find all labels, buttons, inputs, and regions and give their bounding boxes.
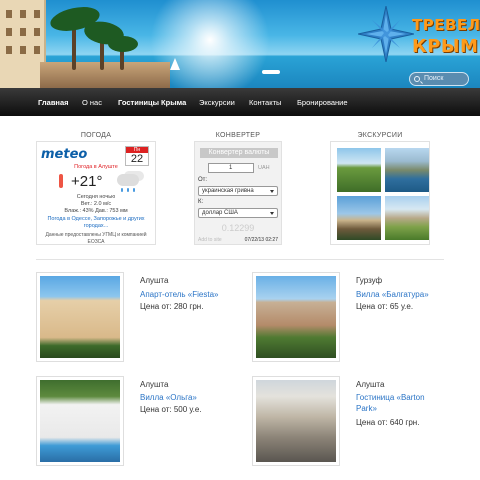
- nav-item-booking[interactable]: Бронирование: [297, 98, 348, 107]
- listing-price: Цена от: 280 грн.: [140, 302, 204, 311]
- excursions-widget: [330, 141, 430, 245]
- listing-photo[interactable]: [36, 376, 124, 466]
- header-banner: ТРЕВЕЛ КРЫМ Поиск: [0, 0, 480, 88]
- listing-name-link[interactable]: Вилла «Ольга»: [140, 392, 197, 403]
- listing-price: Цена от: 640 грн.: [356, 418, 420, 427]
- mountain-photo[interactable]: [385, 196, 429, 240]
- nav-item-excursions[interactable]: Экскурсии: [199, 98, 235, 107]
- listing-photo[interactable]: [36, 272, 124, 362]
- amount-unit: UAH: [258, 165, 270, 171]
- listing-price: Цена от: 65 у.е.: [356, 302, 414, 311]
- weather-other-cities-link[interactable]: Погода в Одессе, Запорожье и других горо…: [40, 216, 152, 230]
- compass-star-icon: [358, 6, 414, 62]
- listing-name-link[interactable]: Вилла «Балгатура»: [356, 289, 429, 300]
- weather-city[interactable]: Погода в Алуште: [37, 164, 155, 170]
- nav-item-contacts[interactable]: Контакты: [249, 98, 281, 107]
- weather-period: Сегодня ночью: [76, 194, 116, 200]
- to-currency-select[interactable]: доллар США: [198, 208, 278, 218]
- weather-title: ПОГОДА: [80, 132, 112, 139]
- listing-name-link[interactable]: Гостиница «Barton Park»: [356, 392, 425, 414]
- weather-credit: Данные предоставлены УГМЦ и компанией ЕО…: [45, 232, 147, 245]
- add-to-site-link[interactable]: Add to site: [198, 237, 222, 243]
- converter-title: КОНВЕРТЕР: [215, 132, 261, 139]
- search-icon: [414, 76, 420, 82]
- weather-wind: Вет.: 2.0 м/с: [80, 201, 112, 207]
- villa-pool-photo: [40, 380, 120, 462]
- main-nav: Главная О нас Гостиницы Крыма Экскурсии …: [0, 88, 480, 116]
- villa-hillside-photo: [256, 276, 336, 358]
- from-currency-select[interactable]: украинская гривна: [198, 186, 278, 196]
- search-placeholder: Поиск: [424, 75, 444, 82]
- section-divider: [36, 259, 444, 260]
- meteo-logo: meteo: [41, 147, 88, 162]
- listing-location: Алушта: [140, 380, 169, 389]
- amount-input[interactable]: 1: [208, 163, 254, 173]
- listing-name-link[interactable]: Апарт-отель «Fiesta»: [140, 289, 219, 300]
- coast-photo[interactable]: [385, 148, 429, 192]
- site-logo[interactable]: ТРЕВЕЛ КРЫМ: [356, 6, 480, 66]
- partner-logo: ЕОЗСА: [87, 238, 105, 245]
- apartment-building-photo: [40, 276, 120, 358]
- currency-converter: Конвертер валюты 1 UAH От: украинская гр…: [194, 141, 282, 245]
- valley-photo[interactable]: [337, 148, 381, 192]
- converter-timestamp: 07/22/13 02:27: [244, 237, 278, 243]
- nav-item-hotels[interactable]: Гостиницы Крыма: [118, 98, 186, 107]
- weather-temperature: +21°: [71, 173, 103, 190]
- converter-header: Конвертер валюты: [200, 148, 278, 158]
- thermometer-icon: [59, 174, 63, 188]
- weather-widget[interactable]: meteo Пн 22 Погода в Алуште +21° Сегодня…: [36, 141, 156, 245]
- listing-location: Алушта: [356, 380, 385, 389]
- motorboat-graphic: [262, 70, 280, 74]
- listing-location: Гурзуф: [356, 276, 383, 285]
- excursions-title: ЭКСКУРСИИ: [357, 132, 403, 139]
- weather-humidity-pressure: Влаж.: 43% Дав.: 753 мм: [64, 208, 128, 214]
- nav-item-home[interactable]: Главная: [38, 98, 69, 107]
- search-input[interactable]: Поиск: [409, 72, 469, 86]
- calendar-icon: Пн 22: [125, 146, 149, 166]
- from-label: От:: [198, 177, 208, 183]
- listing-photo[interactable]: [252, 272, 340, 362]
- converter-result: 0.12299: [221, 223, 255, 233]
- listing-price: Цена от: 500 у.е.: [140, 405, 202, 414]
- listing-photo[interactable]: [252, 376, 340, 466]
- nav-item-about[interactable]: О нас: [82, 98, 102, 107]
- listing-location: Алушта: [140, 276, 169, 285]
- hotel-facade-photo: [256, 380, 336, 462]
- logo-line-1: ТРЕВЕЛ: [412, 16, 480, 34]
- to-label: К:: [198, 199, 204, 205]
- sailboat-graphic: [170, 58, 180, 70]
- castle-photo[interactable]: [337, 196, 381, 240]
- logo-line-2: КРЫМ: [412, 36, 479, 57]
- rain-cloud-icon: [117, 174, 139, 186]
